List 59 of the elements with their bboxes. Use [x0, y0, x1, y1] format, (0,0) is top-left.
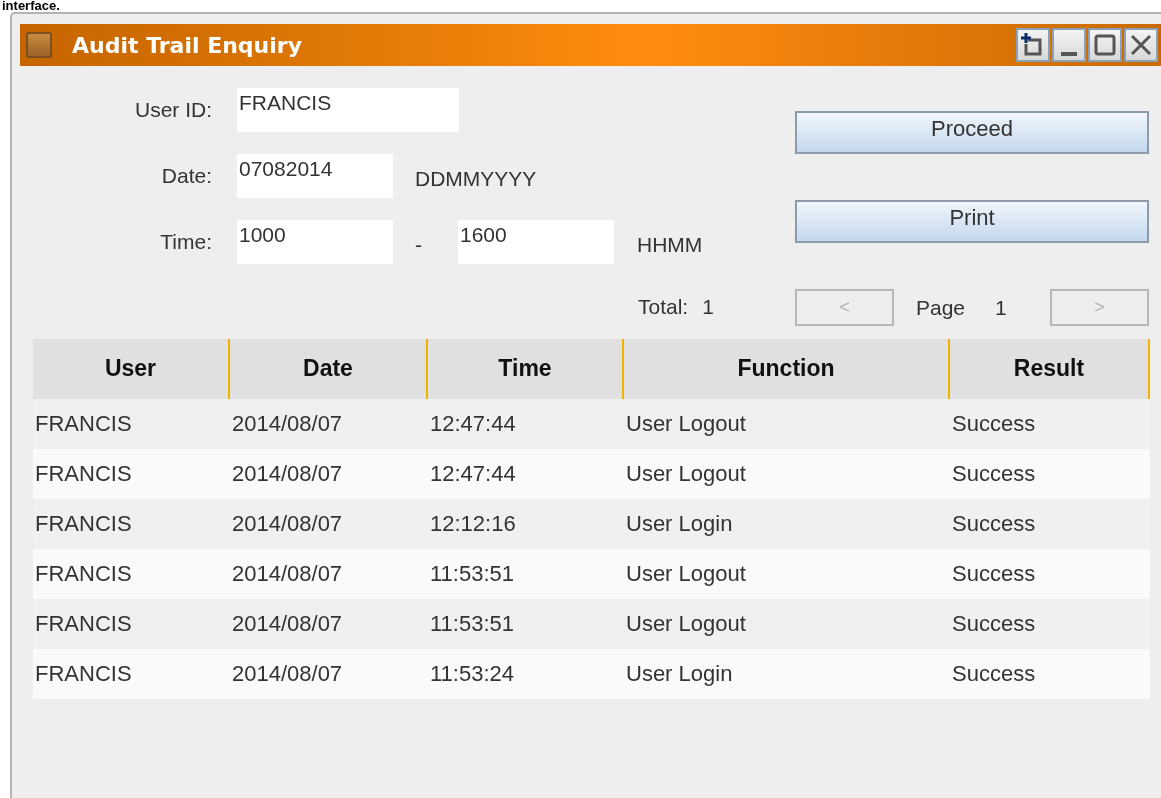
table-cell-text: Success — [951, 460, 1037, 488]
field-label: User ID: — [134, 98, 212, 122]
table-cell-text: FRANCIS — [34, 510, 133, 538]
page-label: Page — [916, 295, 966, 320]
table-cell-text: Success — [951, 510, 1037, 538]
table-cell-text: FRANCIS — [34, 560, 133, 588]
table-cell-text: 11:53:51 — [429, 560, 515, 588]
caption-text: interface. — [2, 0, 60, 12]
maximize-icon — [1094, 34, 1116, 56]
date-field[interactable]: 07082014 — [237, 154, 393, 198]
minimize-button[interactable] — [1052, 28, 1086, 62]
format-hint: DDMMYYYY — [415, 166, 537, 191]
table-cell-text: 2014/08/07 — [231, 560, 344, 588]
field-label: Date: — [160, 164, 212, 188]
table-cell-text: 2014/08/07 — [231, 460, 344, 488]
table-cell-text: 2014/08/07 — [231, 410, 344, 438]
window-icon — [26, 32, 52, 58]
table-cell-text: FRANCIS — [34, 610, 133, 638]
table-cell-text: User Logout — [625, 460, 747, 488]
table-row[interactable]: FRANCIS 2014/08/07 11:53:51 User Logout Success — [33, 549, 1150, 599]
range-separator: - — [415, 232, 422, 257]
total-label: Total: — [638, 294, 689, 319]
table-cell-text: 12:47:44 — [429, 460, 517, 488]
table-cell-text: User Login — [625, 660, 734, 688]
table-cell-text: User Login — [625, 510, 734, 538]
user-id-field[interactable]: FRANCIS — [237, 88, 459, 132]
close-icon — [1130, 34, 1152, 56]
table-cell-text: FRANCIS — [34, 410, 133, 438]
table-cell-text: 2014/08/07 — [231, 660, 344, 688]
table-cell-text: Success — [951, 410, 1037, 438]
table-cell-text: FRANCIS — [34, 460, 133, 488]
table-cell-text: 12:47:44 — [429, 410, 517, 438]
time-to-field[interactable]: 1600 — [458, 220, 614, 264]
table-cell-text: 12:12:16 — [429, 510, 517, 538]
maximize-button[interactable] — [1088, 28, 1122, 62]
total-value: 1 — [702, 294, 714, 319]
table-cell-text: Success — [951, 660, 1037, 688]
table-cell-text: User Logout — [625, 560, 747, 588]
table-cell-text: Success — [951, 610, 1037, 638]
table-row[interactable]: FRANCIS 2014/08/07 12:47:44 User Logout Success — [33, 449, 1150, 499]
window-title: Audit Trail Enquiry — [72, 32, 302, 58]
print-button[interactable]: Print — [795, 200, 1149, 243]
time-from-field[interactable]: 1000 — [237, 220, 393, 264]
table-row[interactable]: FRANCIS 2014/08/07 11:53:24 User Login Success — [33, 649, 1150, 699]
table-cell-text: 11:53:51 — [429, 610, 515, 638]
field-label: Time: — [159, 230, 212, 254]
pin-button[interactable] — [1016, 28, 1050, 62]
table-cell-text: User Logout — [625, 610, 747, 638]
table-cell-text: 2014/08/07 — [231, 510, 344, 538]
close-button[interactable] — [1124, 28, 1158, 62]
table-cell-text: FRANCIS — [34, 660, 133, 688]
table-cell-text: User Logout — [625, 410, 747, 438]
page-number: 1 — [995, 295, 1007, 320]
proceed-button[interactable]: Proceed — [795, 111, 1149, 154]
minimize-icon — [1061, 52, 1077, 56]
table-cell-text: 11:53:24 — [429, 660, 515, 688]
format-hint: HHMM — [637, 232, 703, 257]
table-cell-text: Success — [951, 560, 1037, 588]
table-cell-text: 2014/08/07 — [231, 610, 344, 638]
